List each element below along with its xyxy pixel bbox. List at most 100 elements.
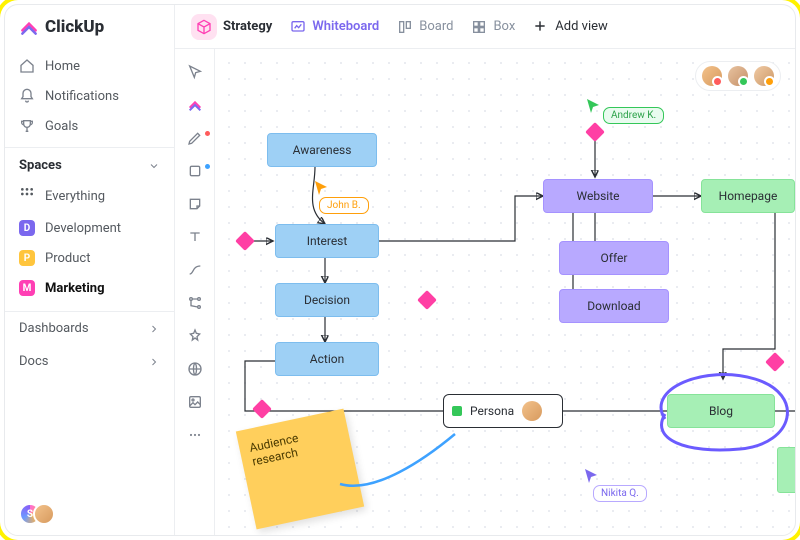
connector-handle[interactable]	[417, 290, 437, 310]
add-view-label: Add view	[555, 19, 608, 34]
space-marketing[interactable]: M Marketing	[5, 273, 174, 303]
home-icon	[19, 58, 35, 74]
presence-bar[interactable]: .presence .p:nth-child(1)::after{backgro…	[695, 61, 781, 91]
tool-pen[interactable]	[186, 129, 204, 147]
main: Strategy Whiteboard Board	[175, 5, 795, 535]
node-label: Persona	[470, 404, 514, 418]
whiteboard-canvas[interactable]: .presence .p:nth-child(1)::after{backgro…	[215, 49, 795, 535]
node-offer[interactable]: Offer	[559, 241, 669, 275]
remote-cursor-icon	[585, 97, 603, 115]
space-color-icon: D	[19, 220, 35, 236]
clickup-logo-icon	[19, 17, 39, 37]
tab-label: Whiteboard	[312, 19, 379, 34]
tool-shape[interactable]	[186, 162, 204, 180]
chevron-right-icon	[148, 323, 160, 335]
tool-more[interactable]	[186, 426, 204, 444]
nav-label: Notifications	[45, 89, 119, 104]
nav-label: Goals	[45, 119, 78, 134]
tab-label: Box	[493, 19, 515, 34]
topbar: Strategy Whiteboard Board	[175, 5, 795, 49]
presence-avatar: .presence .p:nth-child(1)::after{backgro…	[702, 66, 722, 86]
tab-board[interactable]: Board	[395, 15, 455, 39]
trophy-icon	[19, 118, 35, 134]
node-label: Homepage	[719, 189, 778, 203]
tool-relationship[interactable]	[186, 294, 204, 312]
connector-handle[interactable]	[235, 231, 255, 251]
avatar	[33, 503, 55, 525]
space-color-icon: P	[19, 250, 35, 266]
logo[interactable]: ClickUp	[5, 17, 174, 51]
freehand-scribble	[645, 369, 795, 459]
space-product[interactable]: P Product	[5, 243, 174, 273]
tab-whiteboard[interactable]: Whiteboard	[288, 15, 381, 39]
tool-sticky[interactable]	[186, 195, 204, 213]
tool-select[interactable]	[186, 63, 204, 81]
tab-box[interactable]: Box	[469, 15, 517, 39]
node-label: Action	[310, 352, 344, 366]
section-label: Docs	[19, 354, 48, 369]
sticky-text: Audience research	[248, 431, 300, 469]
chevron-right-icon	[148, 356, 160, 368]
box-icon	[471, 19, 487, 35]
node-label: Offer	[601, 251, 628, 265]
node-awareness[interactable]: Awareness	[267, 133, 377, 167]
node-homepage[interactable]: Homepage	[701, 179, 795, 213]
space-development[interactable]: D Development	[5, 213, 174, 243]
section-docs[interactable]: Docs	[5, 345, 174, 378]
section-dashboards[interactable]: Dashboards	[5, 311, 174, 345]
nav-notifications[interactable]: Notifications	[5, 81, 174, 111]
node-website[interactable]: Website	[543, 179, 653, 213]
tool-embed[interactable]	[186, 360, 204, 378]
tool-stamp[interactable]	[186, 327, 204, 345]
node-label: Website	[577, 189, 620, 203]
tool-connector[interactable]	[186, 261, 204, 279]
logo-text: ClickUp	[45, 17, 104, 37]
tool-image[interactable]	[186, 393, 204, 411]
node-label: Decision	[304, 293, 350, 307]
spaces-header[interactable]: Spaces	[5, 147, 174, 179]
add-view-button[interactable]: Add view	[531, 15, 610, 39]
space-label: Everything	[45, 189, 105, 204]
node-persona[interactable]: Persona	[443, 394, 563, 428]
node-download[interactable]: Download	[559, 289, 669, 323]
nav-home[interactable]: Home	[5, 51, 174, 81]
node-action[interactable]: Action	[275, 342, 379, 376]
node-label: Download	[587, 299, 640, 313]
whiteboard-icon	[290, 19, 306, 35]
chevron-down-icon	[148, 160, 160, 172]
presence-avatar: .presence .p:nth-child(2)::after{backgro…	[728, 66, 748, 86]
node-label: Interest	[307, 234, 348, 248]
connector-handle[interactable]	[252, 399, 272, 419]
node-label: Awareness	[293, 143, 352, 157]
board-icon	[397, 19, 413, 35]
sidebar: ClickUp Home Notifications Goals	[5, 5, 175, 535]
plus-icon	[533, 19, 549, 35]
tab-label: Board	[419, 19, 453, 34]
tool-clickup[interactable]	[186, 96, 204, 114]
avatar	[522, 401, 542, 421]
nav-goals[interactable]: Goals	[5, 111, 174, 141]
remote-cursor-label: Nikita Q.	[593, 485, 647, 502]
freehand-arrow	[335, 429, 465, 499]
node-interest[interactable]: Interest	[275, 224, 379, 258]
node-decision[interactable]: Decision	[275, 283, 379, 317]
space-label: Development	[45, 221, 121, 236]
remote-cursor-label: Andrew K.	[603, 107, 664, 124]
section-label: Dashboards	[19, 321, 89, 336]
remote-cursor-icon	[313, 179, 331, 197]
space-label: Product	[45, 251, 90, 266]
breadcrumb-strategy[interactable]: Strategy	[189, 10, 274, 44]
whiteboard-toolbar	[175, 49, 215, 535]
space-everything[interactable]: Everything	[5, 179, 174, 213]
sidebar-presence[interactable]: S	[5, 503, 174, 525]
cube-icon	[191, 14, 217, 40]
status-dot-icon	[452, 406, 462, 416]
connector-handle[interactable]	[585, 122, 605, 142]
remote-cursor-icon	[583, 467, 601, 485]
nav-label: Home	[45, 59, 80, 74]
spaces-header-label: Spaces	[19, 158, 62, 173]
remote-cursor-label: John B.	[319, 197, 369, 214]
bell-icon	[19, 88, 35, 104]
space-label: Marketing	[45, 281, 105, 296]
tool-text[interactable]	[186, 228, 204, 246]
